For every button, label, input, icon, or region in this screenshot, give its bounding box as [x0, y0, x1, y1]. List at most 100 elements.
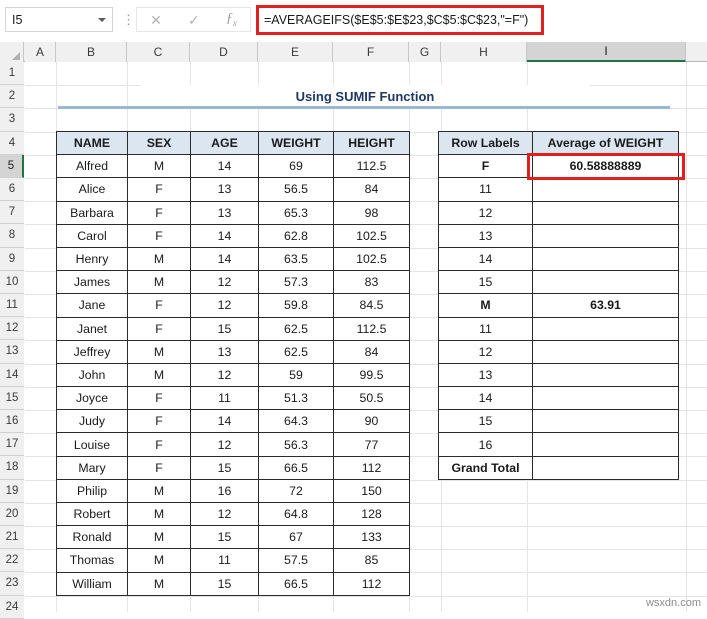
- column-header-age[interactable]: AGE: [191, 132, 259, 155]
- cell-name[interactable]: William: [57, 572, 128, 595]
- row-header-17[interactable]: 17: [0, 433, 24, 456]
- cell-sex[interactable]: M: [128, 340, 191, 363]
- cell-height[interactable]: 112.5: [334, 317, 410, 340]
- cell-height[interactable]: 85: [334, 549, 410, 572]
- column-header-weight[interactable]: WEIGHT: [259, 132, 334, 155]
- cell-age[interactable]: 15: [191, 526, 259, 549]
- cell-height[interactable]: 102.5: [334, 224, 410, 247]
- row-header-8[interactable]: 8: [0, 224, 24, 247]
- cell-weight[interactable]: 62.5: [259, 340, 334, 363]
- pivot-cell-value[interactable]: [533, 363, 679, 386]
- cell-height[interactable]: 84: [334, 178, 410, 201]
- cell-name[interactable]: Jane: [57, 294, 128, 317]
- pivot-cell-label[interactable]: F: [439, 155, 533, 178]
- close-icon[interactable]: ✕: [150, 13, 162, 27]
- cell-age[interactable]: 12: [191, 503, 259, 526]
- row-header-14[interactable]: 14: [0, 364, 24, 387]
- cell-weight[interactable]: 56.3: [259, 433, 334, 456]
- pivot-cell-label[interactable]: M: [439, 294, 533, 317]
- cell-age[interactable]: 13: [191, 201, 259, 224]
- cell-sex[interactable]: F: [128, 387, 191, 410]
- check-icon[interactable]: ✓: [188, 13, 200, 27]
- cell-weight[interactable]: 69: [259, 155, 334, 178]
- cell-height[interactable]: 83: [334, 271, 410, 294]
- row-header-20[interactable]: 20: [0, 503, 24, 526]
- cell-sex[interactable]: F: [128, 410, 191, 433]
- pivot-column-header-average-weight[interactable]: Average of WEIGHT: [533, 132, 679, 155]
- cell-name[interactable]: Barbara: [57, 201, 128, 224]
- row-header-3[interactable]: 3: [0, 108, 24, 131]
- cell-height[interactable]: 112.5: [334, 155, 410, 178]
- cell-sex[interactable]: M: [128, 363, 191, 386]
- row-header-9[interactable]: 9: [0, 248, 24, 271]
- cell-height[interactable]: 128: [334, 503, 410, 526]
- pivot-cell-value[interactable]: [533, 387, 679, 410]
- pivot-cell-label[interactable]: 11: [439, 317, 533, 340]
- pivot-cell-value[interactable]: [533, 317, 679, 340]
- cell-height[interactable]: 102.5: [334, 247, 410, 270]
- row-header-22[interactable]: 22: [0, 549, 24, 572]
- cell-sex[interactable]: F: [128, 178, 191, 201]
- cell-height[interactable]: 90: [334, 410, 410, 433]
- column-header-a[interactable]: A: [25, 42, 56, 62]
- row-header-2[interactable]: 2: [0, 85, 24, 108]
- cell-sex[interactable]: F: [128, 456, 191, 479]
- cell-age[interactable]: 11: [191, 549, 259, 572]
- cell-height[interactable]: 50.5: [334, 387, 410, 410]
- column-header-b[interactable]: B: [56, 42, 127, 62]
- cell-sex[interactable]: M: [128, 247, 191, 270]
- cell-sex[interactable]: M: [128, 155, 191, 178]
- cell-age[interactable]: 14: [191, 224, 259, 247]
- pivot-cell-value[interactable]: [533, 456, 679, 479]
- cell-sex[interactable]: M: [128, 479, 191, 502]
- cell-weight[interactable]: 72: [259, 479, 334, 502]
- cell-age[interactable]: 13: [191, 340, 259, 363]
- cell-height[interactable]: 84: [334, 340, 410, 363]
- pivot-cell-label[interactable]: 12: [439, 201, 533, 224]
- pivot-cell-label[interactable]: 15: [439, 271, 533, 294]
- row-header-5[interactable]: 5: [0, 155, 24, 178]
- column-header-d[interactable]: D: [190, 42, 258, 62]
- cell-name[interactable]: Alfred: [57, 155, 128, 178]
- cell-height[interactable]: 112: [334, 572, 410, 595]
- cell-age[interactable]: 15: [191, 572, 259, 595]
- column-header-name[interactable]: NAME: [57, 132, 128, 155]
- pivot-cell-label[interactable]: 11: [439, 178, 533, 201]
- formula-input[interactable]: =AVERAGEIFS($E$5:$E$23,$C$5:$C$23,"=F"): [256, 5, 544, 35]
- cell-name[interactable]: James: [57, 271, 128, 294]
- pivot-cell-value[interactable]: [533, 433, 679, 456]
- cell-age[interactable]: 12: [191, 294, 259, 317]
- pivot-cell-label[interactable]: 12: [439, 340, 533, 363]
- row-header-4[interactable]: 4: [0, 132, 24, 155]
- cell-sex[interactable]: M: [128, 503, 191, 526]
- pivot-cell-value[interactable]: [533, 178, 679, 201]
- column-header-g[interactable]: G: [409, 42, 441, 62]
- pivot-cell-label[interactable]: Grand Total: [439, 456, 533, 479]
- pivot-cell-label[interactable]: 15: [439, 410, 533, 433]
- cell-height[interactable]: 77: [334, 433, 410, 456]
- cell-weight[interactable]: 51.3: [259, 387, 334, 410]
- cell-name[interactable]: Jeffrey: [57, 340, 128, 363]
- cell-weight[interactable]: 67: [259, 526, 334, 549]
- cell-age[interactable]: 15: [191, 317, 259, 340]
- row-header-15[interactable]: 15: [0, 387, 24, 410]
- cell-sex[interactable]: M: [128, 572, 191, 595]
- pivot-cell-value[interactable]: [533, 224, 679, 247]
- cell-weight[interactable]: 56.5: [259, 178, 334, 201]
- row-header-24[interactable]: 24: [0, 596, 24, 619]
- cell-name[interactable]: Mary: [57, 456, 128, 479]
- pivot-cell-label[interactable]: 14: [439, 387, 533, 410]
- cell-weight[interactable]: 57.3: [259, 271, 334, 294]
- cell-age[interactable]: 12: [191, 433, 259, 456]
- cell-height[interactable]: 84.5: [334, 294, 410, 317]
- cell-age[interactable]: 12: [191, 363, 259, 386]
- cell-sex[interactable]: F: [128, 433, 191, 456]
- row-header-19[interactable]: 19: [0, 480, 24, 503]
- row-header-18[interactable]: 18: [0, 456, 24, 479]
- pivot-column-header-row-labels[interactable]: Row Labels: [439, 132, 533, 155]
- row-header-12[interactable]: 12: [0, 317, 24, 340]
- cell-age[interactable]: 13: [191, 178, 259, 201]
- cell-name[interactable]: Robert: [57, 503, 128, 526]
- row-header-16[interactable]: 16: [0, 410, 24, 433]
- cell-name[interactable]: Ronald: [57, 526, 128, 549]
